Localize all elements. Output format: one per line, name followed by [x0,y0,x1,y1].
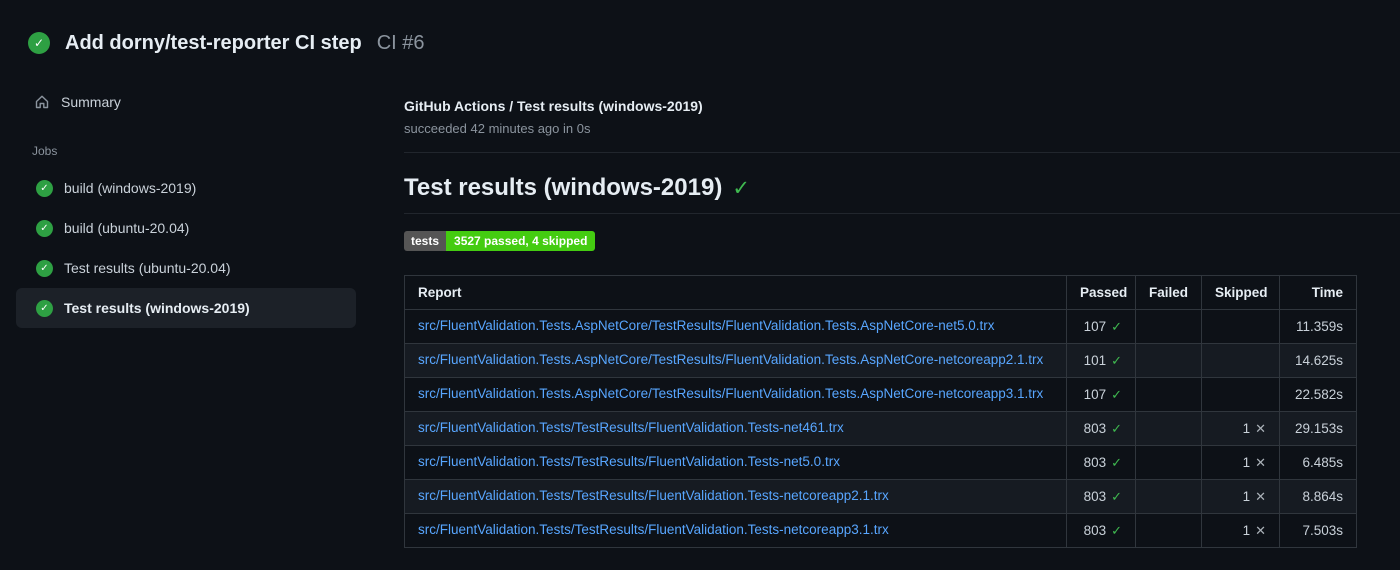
passed-count: 107 [1083,386,1107,402]
table-row: src/FluentValidation.Tests.AspNetCore/Te… [404,309,1357,344]
skipped-count: 1 [1242,488,1251,504]
sidebar-item-build-windows-2019[interactable]: ✓ build (windows-2019) [16,168,356,208]
table-row: src/FluentValidation.Tests/TestResults/F… [404,411,1357,446]
sidebar-item-test-results-windows-2019[interactable]: ✓ Test results (windows-2019) [16,288,356,328]
cross-icon: ✕ [1255,420,1266,436]
skipped-count: 1 [1242,454,1251,470]
check-icon: ✓ [1111,352,1122,368]
column-header-failed: Failed [1135,275,1202,310]
cross-icon: ✕ [1255,522,1266,538]
check-icon: ✓ [1111,522,1122,538]
home-icon [34,94,50,110]
job-label: Test results (ubuntu-20.04) [64,260,231,276]
column-header-passed: Passed [1066,275,1136,310]
check-glyph: ✓ [40,262,49,274]
success-check-circle-icon: ✓ [36,219,53,237]
sidebar-item-summary[interactable]: Summary [34,90,390,114]
job-label: build (windows-2019) [64,180,197,196]
report-link[interactable]: src/FluentValidation.Tests/TestResults/F… [418,488,889,503]
column-header-skipped: Skipped [1201,275,1280,310]
jobs-section-label: Jobs [32,144,58,158]
column-header-time: Time [1279,275,1357,310]
sidebar-item-build-ubuntu-2004[interactable]: ✓ build (ubuntu-20.04) [16,208,356,248]
success-check-circle-icon: ✓ [36,179,53,197]
check-icon: ✓ [1111,386,1122,402]
report-link[interactable]: src/FluentValidation.Tests/TestResults/F… [418,454,840,469]
time-value: 22.582s [1279,377,1357,412]
success-check-circle-icon: ✓ [28,32,50,54]
time-value: 7.503s [1279,513,1357,548]
check-icon: ✓ [1111,488,1122,504]
passed-count: 101 [1083,352,1107,368]
column-header-report: Report [404,275,1067,310]
badge-label: tests [404,231,447,251]
check-icon: ✓ [1111,420,1122,436]
test-results-table: Report Passed Failed Skipped Time src/Fl… [404,275,1357,548]
skipped-count: 1 [1242,420,1251,436]
table-row: src/FluentValidation.Tests/TestResults/F… [404,479,1357,514]
check-icon: ✓ [1111,318,1122,334]
run-header: ✓ Add dorny/test-reporter CI step CI #6 [0,0,1400,62]
skipped-count: 1 [1242,522,1251,538]
passed-count: 803 [1083,522,1107,538]
report-link[interactable]: src/FluentValidation.Tests.AspNetCore/Te… [418,352,1043,367]
report-link[interactable]: src/FluentValidation.Tests/TestResults/F… [418,522,889,537]
time-value: 29.153s [1279,411,1357,446]
table-row: src/FluentValidation.Tests/TestResults/F… [404,445,1357,480]
cross-icon: ✕ [1255,488,1266,504]
time-value: 11.359s [1279,309,1357,344]
check-run-title: GitHub Actions / Test results (windows-2… [404,98,703,114]
section-heading: Test results (windows-2019) ✓ [404,174,1400,214]
passed-count: 107 [1083,318,1107,334]
run-title: Add dorny/test-reporter CI step [65,31,362,54]
time-value: 8.864s [1279,479,1357,514]
main-content: GitHub Actions / Test results (windows-2… [390,62,1400,548]
job-label: Test results (windows-2019) [64,300,250,316]
check-icon: ✓ [1111,454,1122,470]
sidebar: Summary Jobs ✓ build (windows-2019) ✓ bu… [0,62,390,328]
report-link[interactable]: src/FluentValidation.Tests.AspNetCore/Te… [418,318,995,333]
report-link[interactable]: src/FluentValidation.Tests/TestResults/F… [418,420,844,435]
report-link[interactable]: src/FluentValidation.Tests.AspNetCore/Te… [418,386,1043,401]
check-glyph: ✓ [40,182,49,194]
cross-icon: ✕ [1255,454,1266,470]
tests-badge: tests 3527 passed, 4 skipped [404,231,596,251]
passed-count: 803 [1083,454,1107,470]
time-value: 14.625s [1279,343,1357,378]
check-glyph: ✓ [40,302,49,314]
check-run-status: succeeded 42 minutes ago in 0s [404,121,591,136]
success-check-circle-icon: ✓ [36,299,53,317]
check-glyph: ✓ [33,36,45,50]
sidebar-summary-label: Summary [61,94,121,110]
success-check-circle-icon: ✓ [36,259,53,277]
sidebar-item-test-results-ubuntu-2004[interactable]: ✓ Test results (ubuntu-20.04) [16,248,356,288]
divider [404,152,1400,153]
check-glyph: ✓ [40,222,49,234]
table-row: src/FluentValidation.Tests.AspNetCore/Te… [404,377,1357,412]
table-header-row: Report Passed Failed Skipped Time [404,275,1357,310]
section-heading-text: Test results (windows-2019) [404,174,723,201]
badge-value: 3527 passed, 4 skipped [446,231,596,251]
passed-count: 803 [1083,488,1107,504]
passed-count: 803 [1083,420,1107,436]
table-row: src/FluentValidation.Tests.AspNetCore/Te… [404,343,1357,378]
check-icon: ✓ [732,177,750,200]
table-row: src/FluentValidation.Tests/TestResults/F… [404,513,1357,548]
run-number: CI #6 [376,31,425,54]
time-value: 6.485s [1279,445,1357,480]
job-label: build (ubuntu-20.04) [64,220,190,236]
